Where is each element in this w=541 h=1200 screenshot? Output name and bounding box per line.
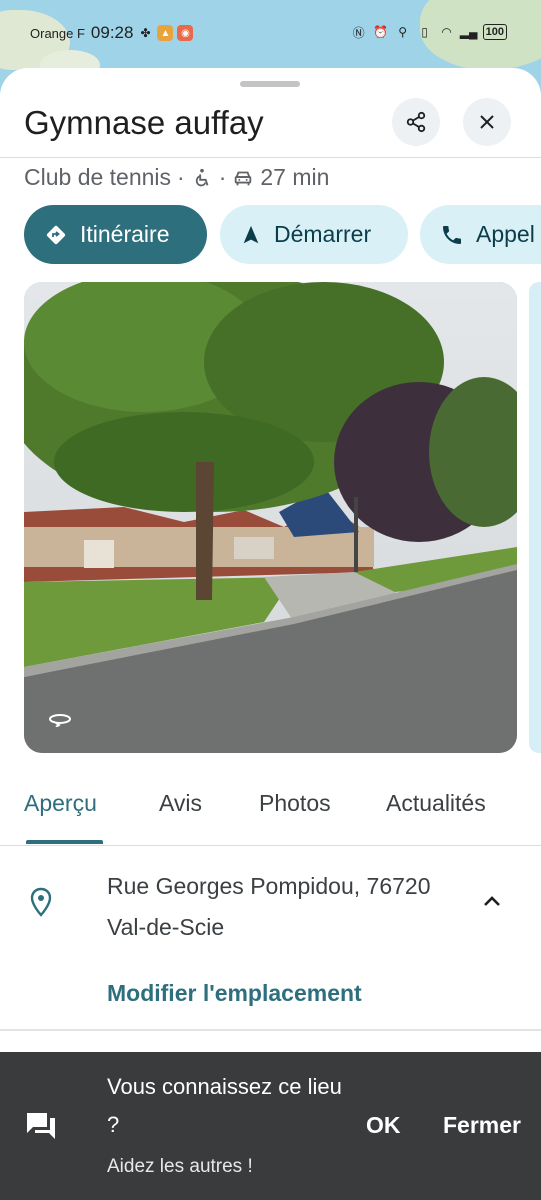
chat-bubbles-icon [27,1113,55,1139]
alarm-icon: ⏰ [373,25,389,39]
car-icon [235,171,252,185]
place-sheet: Gymnase auffay Club de tennis · · 27 min… [0,68,541,1200]
snackbar-title: Vous connaissez ce lieu ? [107,1074,342,1137]
start-label: Démarrer [274,221,372,247]
place-photo[interactable] [24,282,517,753]
chevron-up-icon[interactable] [480,890,504,914]
share-button[interactable] [392,98,440,146]
notification-app-icon: ◉ [177,25,194,41]
separator: · [177,164,185,190]
header-divider [0,157,541,158]
carrier-name: Orange F [30,25,85,41]
separator: · [218,164,227,190]
nfc-icon: Ⓝ [352,25,365,40]
ok-button[interactable]: OK [366,1112,401,1139]
start-navigation-button[interactable]: Démarrer [220,205,408,264]
dismiss-button[interactable]: Fermer [443,1112,521,1139]
tab-updates[interactable]: Actualités [386,790,486,817]
directions-button[interactable]: Itinéraire [24,205,207,264]
call-label: Appel [476,221,535,247]
panorama-360-icon [49,714,71,727]
feedback-snackbar: Vous connaissez ce lieu ? Aidez les autr… [0,1052,541,1200]
drag-handle[interactable] [240,81,300,87]
place-tabs: Aperçu Avis Photos Actualités [0,780,541,846]
close-button[interactable] [463,98,511,146]
active-tab-indicator [26,840,103,844]
signal-icon: ▂▄ [459,25,478,39]
fan-icon: ✤ [140,26,151,40]
next-photo-peek[interactable] [529,282,541,753]
phone-icon [443,225,461,244]
tab-reviews[interactable]: Avis [159,790,202,817]
action-chips: Itinéraire Démarrer Appel [24,205,541,265]
directions-icon [46,225,66,244]
street-view-image [24,282,517,753]
location-icon: ⚲ [398,25,408,39]
vibrate-icon: ▯ [421,25,428,39]
edit-location-link[interactable]: Modifier l'emplacement [107,980,362,1007]
place-subtitle: Club de tennis · · 27 min [24,164,329,191]
call-button[interactable]: Appel [420,205,541,264]
address-text[interactable]: Rue Georges Pompidou, 76720 Val-de-Scie [107,866,467,948]
address-line-2: Val-de-Scie [107,914,225,940]
battery-indicator: 100 [482,24,507,40]
wheelchair-accessible-icon [195,168,209,186]
clock: 09:28 [90,23,134,42]
close-icon [480,115,494,129]
status-left: Orange F 09:28 ✤ ▲ ◉ [30,23,194,43]
tabs-divider [0,845,541,846]
directions-label: Itinéraire [80,221,170,247]
wifi-icon: ◠ [441,25,452,39]
place-title: Gymnase auffay [24,104,264,141]
tab-overview[interactable]: Aperçu [24,790,97,817]
status-bar: Orange F 09:28 ✤ ▲ ◉ Ⓝ ⏰ ⚲ ▯ ◠ ▂▄ 100 [0,0,541,66]
address-divider [0,1029,541,1031]
snackbar-subtitle: Aidez les autres ! [107,1156,253,1177]
location-pin-icon [30,887,52,917]
place-category: Club de tennis [24,164,172,190]
share-icon [406,111,426,133]
drive-time: 27 min [260,164,330,190]
tab-photos[interactable]: Photos [259,790,331,817]
notification-app-icon: ▲ [157,25,174,41]
address-line-1: Rue Georges Pompidou, 76720 [107,873,431,899]
status-right: Ⓝ ⏰ ⚲ ▯ ◠ ▂▄ 100 [351,24,507,40]
navigation-arrow-icon [243,225,259,243]
